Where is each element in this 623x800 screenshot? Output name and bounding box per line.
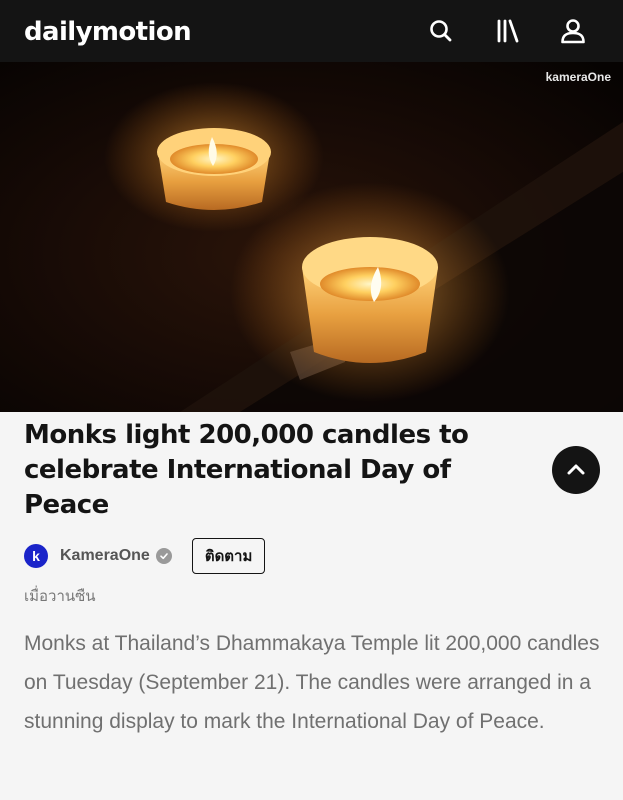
search-icon[interactable]: [426, 16, 456, 46]
channel-watermark: kameraOne: [545, 70, 611, 84]
video-thumbnail: [0, 62, 623, 412]
follow-button[interactable]: ติดตาม: [191, 538, 266, 574]
collapse-button[interactable]: [552, 446, 600, 494]
library-icon[interactable]: [493, 16, 523, 46]
chevron-up-icon: [567, 464, 585, 475]
channel-row: k KameraOne ติดตาม: [24, 538, 266, 574]
verified-check-icon: [155, 548, 172, 564]
user-icon[interactable]: [558, 16, 588, 46]
video-title: Monks light 200,000 candles to celebrate…: [24, 420, 469, 520]
video-description: Monks at Thailand’s Dhammakaya Temple li…: [24, 632, 600, 733]
publish-time: เมื่อวานซืน: [24, 588, 96, 605]
channel-avatar[interactable]: k: [24, 544, 48, 568]
channel-name[interactable]: KameraOne: [60, 547, 150, 565]
top-bar: dailymotion: [0, 0, 623, 62]
video-player[interactable]: kameraOne: [0, 62, 623, 412]
dailymotion-logo[interactable]: dailymotion: [24, 15, 192, 49]
